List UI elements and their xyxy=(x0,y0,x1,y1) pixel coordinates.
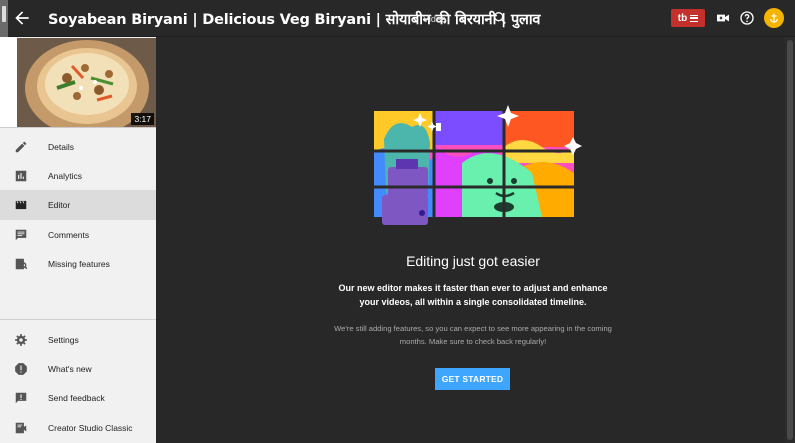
bar-chart-icon xyxy=(15,170,27,182)
studio-badge-text: tb xyxy=(677,12,688,24)
sidebar-item-label: Editor xyxy=(48,200,71,210)
sidebar-item-label: Settings xyxy=(48,335,79,345)
video-type-tag: Video xyxy=(423,14,446,24)
studio-badge-button[interactable]: tb xyxy=(671,9,705,27)
sidebar-item-details[interactable]: Details xyxy=(0,132,156,162)
sidebar-item-label: Creator Studio Classic xyxy=(48,423,133,433)
video-title: Soyabean Biryani | Delicious Veg Biryani… xyxy=(48,12,541,28)
sidebar-item-label: Analytics xyxy=(48,171,83,181)
help-icon[interactable] xyxy=(739,10,755,26)
thumbnail-side-strip xyxy=(0,37,17,127)
sidebar-item-analytics[interactable]: Analytics xyxy=(0,161,156,191)
editor-note: We're still adding features, so you can … xyxy=(334,324,612,346)
video-duration: 3:17 xyxy=(131,113,154,125)
sidebar-item-comments[interactable]: Comments xyxy=(0,220,156,250)
scrollbar-thumb[interactable] xyxy=(787,40,793,440)
missing-features-icon xyxy=(15,258,28,270)
sidebar: 3:17 Details Analytics Editor Comments M… xyxy=(0,37,156,443)
editor-illustration xyxy=(372,105,582,225)
video-thumbnail[interactable]: 3:17 xyxy=(17,38,156,127)
pencil-icon xyxy=(15,141,27,153)
sidebar-item-settings[interactable]: Settings xyxy=(0,325,156,355)
editor-description: Our new editor makes it faster than ever… xyxy=(338,283,608,307)
sidebar-item-label: Comments xyxy=(48,230,90,240)
sidebar-item-editor[interactable]: Editor xyxy=(0,190,156,220)
back-arrow-icon[interactable] xyxy=(12,8,32,28)
avatar[interactable] xyxy=(764,8,784,28)
menu-lines-icon xyxy=(690,14,699,22)
classic-studio-icon xyxy=(15,422,27,434)
window-edge-strip xyxy=(0,0,8,37)
feedback-icon xyxy=(15,392,27,404)
sidebar-item-creator-studio-classic[interactable]: Creator Studio Classic xyxy=(0,413,156,443)
sidebar-item-send-feedback[interactable]: Send feedback xyxy=(0,383,156,413)
video-camera-icon[interactable] xyxy=(715,10,731,26)
sidebar-item-missing-features[interactable]: Missing features xyxy=(0,249,156,279)
sidebar-item-whats-new[interactable]: What's new xyxy=(0,354,156,384)
alert-icon xyxy=(15,363,27,375)
anchor-logo-icon xyxy=(769,13,779,23)
divider xyxy=(0,319,156,320)
comment-icon xyxy=(15,229,27,241)
gear-icon xyxy=(15,334,27,346)
sidebar-item-label: Send feedback xyxy=(48,393,105,403)
sidebar-item-label: What's new xyxy=(48,364,92,374)
search-icon[interactable] xyxy=(492,10,508,26)
sidebar-item-label: Details xyxy=(48,142,74,152)
get-started-button[interactable]: GET STARTED xyxy=(435,368,510,390)
divider xyxy=(0,127,156,128)
clapperboard-icon xyxy=(15,200,27,210)
page-heading: Editing just got easier xyxy=(406,253,540,269)
top-bar: Soyabean Biryani | Delicious Veg Biryani… xyxy=(0,0,795,37)
sidebar-item-label: Missing features xyxy=(48,259,110,269)
